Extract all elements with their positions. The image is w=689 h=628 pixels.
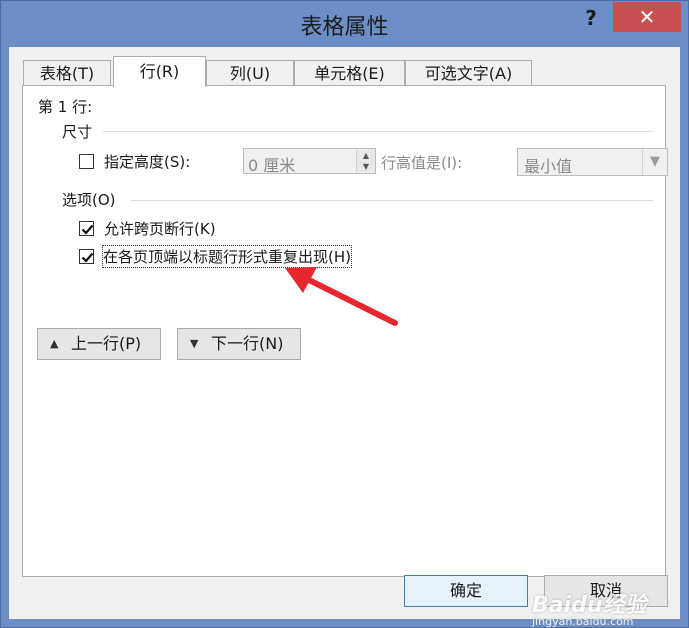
size-group-divider	[103, 131, 653, 132]
checkmark-icon	[81, 224, 94, 235]
options-group-divider	[131, 200, 653, 201]
specify-height-checkbox[interactable]	[79, 154, 94, 169]
table-properties-dialog: 表格属性 ? ✕ 表格(T) 行(R) 列(U) 单元格(E) 可选文字(A) …	[0, 0, 689, 628]
height-spinner[interactable]: 0 厘米 ▲ ▼	[243, 148, 376, 175]
row-heading: 第 1 行:	[38, 98, 93, 116]
ok-button[interactable]: 确定	[404, 575, 528, 607]
help-button[interactable]: ?	[573, 3, 609, 33]
red-arrow-icon	[285, 267, 398, 326]
tab-cell[interactable]: 单元格(E)	[294, 60, 405, 86]
specify-height-label: 指定高度(S):	[104, 153, 191, 171]
row-height-is-label: 行高值是(I):	[381, 154, 463, 172]
row-height-mode-select[interactable]: 最小值 ▼	[517, 148, 668, 176]
allow-break-checkbox[interactable]	[79, 221, 94, 236]
spin-up-icon[interactable]: ▲	[356, 150, 375, 161]
triangle-up-icon: ▲	[50, 337, 59, 350]
row-height-mode-value: 最小值	[524, 157, 573, 176]
next-row-button[interactable]: ▼ 下一行(N)	[177, 328, 301, 360]
allow-break-label: 允许跨页断行(K)	[104, 220, 216, 238]
spin-down-icon[interactable]: ▼	[356, 161, 375, 172]
height-value: 0 厘米	[248, 156, 296, 175]
dialog-client-area: 表格(T) 行(R) 列(U) 单元格(E) 可选文字(A) 第 1 行: 尺寸…	[9, 47, 680, 628]
options-group-label: 选项(O)	[62, 191, 116, 209]
close-button[interactable]: ✕	[613, 2, 681, 32]
chevron-down-icon: ▼	[642, 149, 667, 175]
tab-row[interactable]: 行(R)	[113, 56, 206, 87]
triangle-down-icon: ▼	[190, 337, 199, 350]
checkmark-icon	[81, 252, 94, 263]
tab-alt-text[interactable]: 可选文字(A)	[405, 60, 532, 86]
tab-column[interactable]: 列(U)	[206, 60, 294, 86]
previous-row-button[interactable]: ▲ 上一行(P)	[37, 328, 161, 360]
title-bar[interactable]: 表格属性 ? ✕	[1, 1, 688, 47]
baidu-watermark: Baidu经验 jingyan.baidu.com	[532, 593, 647, 628]
row-tab-panel: 第 1 行: 尺寸 指定高度(S): 0 厘米 ▲ ▼ 行高值是(I): 最小值…	[22, 85, 668, 577]
size-group-label: 尺寸	[62, 123, 93, 141]
repeat-header-checkbox[interactable]	[79, 249, 94, 264]
tab-table[interactable]: 表格(T)	[23, 60, 111, 86]
